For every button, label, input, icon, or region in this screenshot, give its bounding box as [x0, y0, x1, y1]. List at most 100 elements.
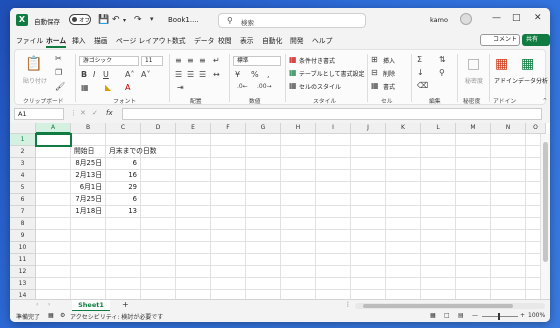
- row-header[interactable]: 8: [10, 218, 36, 230]
- cell-B13[interactable]: [71, 278, 106, 290]
- fill-color-icon[interactable]: ◣: [105, 83, 111, 92]
- table-format-icon[interactable]: ▦: [289, 68, 297, 77]
- cell-L13[interactable]: [421, 278, 456, 290]
- cell-C3[interactable]: 6: [106, 158, 141, 170]
- cell-M5[interactable]: [456, 182, 491, 194]
- cell-G13[interactable]: [246, 278, 281, 290]
- cell-E9[interactable]: [176, 230, 211, 242]
- cell-O5[interactable]: [526, 182, 541, 194]
- horizontal-scroll-thumb[interactable]: [363, 304, 513, 308]
- cell-A4[interactable]: [36, 170, 71, 182]
- cell-E13[interactable]: [176, 278, 211, 290]
- normal-view-icon[interactable]: ▦: [430, 312, 436, 319]
- cell-L2[interactable]: [421, 146, 456, 158]
- horizontal-scrollbar[interactable]: [355, 303, 545, 309]
- cell-K1[interactable]: [386, 134, 421, 146]
- cell-E5[interactable]: [176, 182, 211, 194]
- cell-F6[interactable]: [211, 194, 246, 206]
- column-header[interactable]: O: [526, 123, 546, 134]
- cell-J9[interactable]: [351, 230, 386, 242]
- search-box[interactable]: ⚲ 検索: [218, 13, 366, 28]
- name-box[interactable]: A1: [14, 108, 64, 120]
- cell-K11[interactable]: [386, 254, 421, 266]
- row-header[interactable]: 6: [10, 194, 36, 206]
- align-left-icon[interactable]: ☰: [175, 70, 182, 79]
- cell-E6[interactable]: [176, 194, 211, 206]
- row-header[interactable]: 1: [10, 134, 36, 146]
- redo-icon[interactable]: ↷: [134, 15, 142, 25]
- cell-M3[interactable]: [456, 158, 491, 170]
- zoom-in-icon[interactable]: +: [520, 312, 525, 319]
- cell-J10[interactable]: [351, 242, 386, 254]
- cell-E7[interactable]: [176, 206, 211, 218]
- find-select-icon[interactable]: ⚲: [439, 68, 445, 77]
- row-header[interactable]: 12: [10, 266, 36, 278]
- cell-F7[interactable]: [211, 206, 246, 218]
- column-header[interactable]: M: [456, 123, 491, 134]
- indent-icon[interactable]: ⇥: [177, 83, 184, 92]
- maximize-icon[interactable]: □: [512, 13, 521, 23]
- select-all-corner[interactable]: [10, 123, 36, 134]
- cell-L6[interactable]: [421, 194, 456, 206]
- cell-G9[interactable]: [246, 230, 281, 242]
- cell-A12[interactable]: [36, 266, 71, 278]
- cell-D3[interactable]: [141, 158, 176, 170]
- cell-O6[interactable]: [526, 194, 541, 206]
- cell-O3[interactable]: [526, 158, 541, 170]
- tab-review[interactable]: 校閲: [218, 35, 232, 45]
- zoom-slider[interactable]: [482, 316, 518, 317]
- accessibility-icon[interactable]: ⚙: [60, 312, 65, 319]
- cell-M1[interactable]: [456, 134, 491, 146]
- grow-font-icon[interactable]: A˄: [125, 70, 134, 79]
- addins-button[interactable]: アドイン: [494, 76, 518, 85]
- undo-icon[interactable]: ↶: [112, 15, 120, 25]
- cell-F4[interactable]: [211, 170, 246, 182]
- cell-D9[interactable]: [141, 230, 176, 242]
- row-header[interactable]: 2: [10, 146, 36, 158]
- cell-N7[interactable]: [491, 206, 526, 218]
- cell-I2[interactable]: [316, 146, 351, 158]
- cell-F11[interactable]: [211, 254, 246, 266]
- column-header[interactable]: D: [141, 123, 176, 134]
- cell-A2[interactable]: [36, 146, 71, 158]
- customize-toolbar-icon[interactable]: ▾: [150, 15, 154, 23]
- cell-O10[interactable]: [526, 242, 541, 254]
- cell-O1[interactable]: [526, 134, 541, 146]
- cell-B9[interactable]: [71, 230, 106, 242]
- sensitivity-icon[interactable]: □: [467, 56, 480, 72]
- bold-icon[interactable]: B: [81, 70, 87, 79]
- cell-K6[interactable]: [386, 194, 421, 206]
- cell-C13[interactable]: [106, 278, 141, 290]
- wrap-text-icon[interactable]: ↵: [213, 56, 220, 65]
- column-header[interactable]: L: [421, 123, 456, 134]
- tab-page-layout[interactable]: ページ レイアウト: [116, 35, 172, 45]
- cell-B3[interactable]: 8月25日: [71, 158, 106, 170]
- cell-L11[interactable]: [421, 254, 456, 266]
- tab-data[interactable]: データ: [194, 35, 214, 45]
- tab-help[interactable]: ヘルプ: [312, 35, 332, 45]
- cell-A11[interactable]: [36, 254, 71, 266]
- cell-J8[interactable]: [351, 218, 386, 230]
- cell-I9[interactable]: [316, 230, 351, 242]
- conditional-format-button[interactable]: 条件付き書式: [299, 56, 335, 65]
- user-name[interactable]: kamo: [430, 16, 448, 24]
- cell-I13[interactable]: [316, 278, 351, 290]
- cell-C1[interactable]: [106, 134, 141, 146]
- cell-styles-button[interactable]: セルのスタイル: [299, 82, 341, 91]
- cell-A10[interactable]: [36, 242, 71, 254]
- cell-E8[interactable]: [176, 218, 211, 230]
- cell-J12[interactable]: [351, 266, 386, 278]
- cell-M11[interactable]: [456, 254, 491, 266]
- cell-L10[interactable]: [421, 242, 456, 254]
- row-header[interactable]: 10: [10, 242, 36, 254]
- cell-G3[interactable]: [246, 158, 281, 170]
- align-right-icon[interactable]: ☰: [199, 70, 206, 79]
- formula-input[interactable]: [122, 108, 542, 120]
- cell-H12[interactable]: [281, 266, 316, 278]
- delete-cells-icon[interactable]: ⊟: [371, 68, 378, 77]
- column-header[interactable]: C: [106, 123, 141, 134]
- data-analysis-button[interactable]: データ分析: [518, 76, 548, 85]
- insert-cells-button[interactable]: 挿入: [383, 56, 395, 65]
- cell-O8[interactable]: [526, 218, 541, 230]
- cell-N2[interactable]: [491, 146, 526, 158]
